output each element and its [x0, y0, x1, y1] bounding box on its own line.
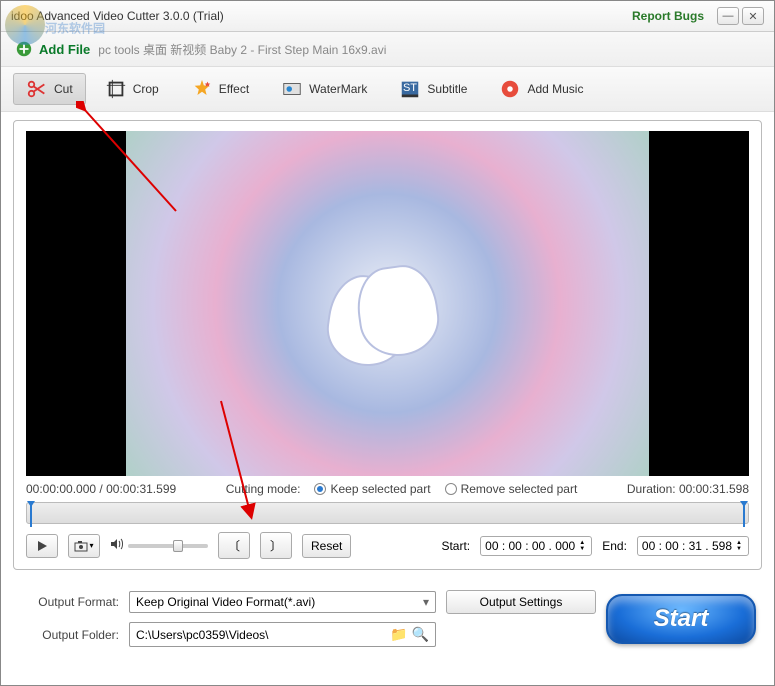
tab-label: Cut: [54, 82, 73, 96]
volume-slider[interactable]: [128, 544, 208, 548]
editor-panel: 00:00:00.000 / 00:00:31.599 Cutting mode…: [13, 120, 762, 570]
trim-handle-end[interactable]: [738, 501, 748, 527]
end-time-input[interactable]: 00 : 00 : 31 . 598▲▼: [637, 536, 749, 556]
tab-addmusic[interactable]: Add Music: [486, 73, 596, 105]
open-folder-icon[interactable]: 🔍: [412, 626, 429, 643]
tab-effect[interactable]: Effect: [178, 73, 262, 105]
chevron-down-icon: ▾: [423, 595, 429, 609]
tab-watermark[interactable]: WaterMark: [268, 73, 380, 105]
crop-icon: [105, 78, 127, 100]
tab-label: Effect: [219, 82, 249, 96]
tab-label: Add Music: [527, 82, 583, 96]
svg-text:ST: ST: [403, 82, 417, 94]
play-button[interactable]: [26, 534, 58, 558]
end-time-label: End:: [602, 539, 627, 553]
time-row: 00:00:00.000 / 00:00:31.599 Cutting mode…: [26, 482, 749, 496]
add-file-bar: Add File pc tools 桌面 新视频 Baby 2 - First …: [1, 32, 774, 67]
start-time-input[interactable]: 00 : 00 : 00 . 000▲▼: [480, 536, 592, 556]
music-icon: [499, 78, 521, 100]
output-panel: Output Format: Keep Original Video Forma…: [1, 578, 774, 663]
radio-remove-selected[interactable]: Remove selected part: [445, 482, 578, 496]
trim-slider[interactable]: [26, 502, 749, 524]
time-current: 00:00:00.000 / 00:00:31.599: [26, 482, 176, 496]
effect-icon: [191, 78, 213, 100]
output-folder-input[interactable]: C:\Users\pc0359\Videos\ 📁 🔍: [129, 622, 436, 647]
start-button[interactable]: Start: [606, 594, 756, 644]
volume-control[interactable]: [110, 538, 208, 553]
add-file-icon: [15, 40, 33, 58]
add-file-button[interactable]: Add File: [39, 42, 90, 57]
scissors-icon: [26, 78, 48, 100]
duration-label: Duration: 00:00:31.598: [627, 482, 749, 496]
output-folder-label: Output Folder:: [19, 628, 119, 642]
report-bugs-link[interactable]: Report Bugs: [632, 9, 704, 23]
close-button[interactable]: ✕: [742, 7, 764, 25]
toolbar: Cut Crop Effect WaterMark ST Subtitle Ad…: [1, 67, 774, 112]
tab-subtitle[interactable]: ST Subtitle: [386, 73, 480, 105]
file-path: pc tools 桌面 新视频 Baby 2 - First Step Main…: [98, 41, 386, 58]
minimize-button[interactable]: —: [717, 7, 739, 25]
cutting-mode-label: Cutting mode:: [226, 482, 301, 496]
watermark-icon: [281, 78, 303, 100]
browse-folder-icon[interactable]: 📁: [390, 626, 407, 643]
radio-keep-selected[interactable]: Keep selected part: [314, 482, 430, 496]
video-preview[interactable]: [26, 131, 749, 476]
bracket-end-button[interactable]: 〕: [260, 532, 292, 559]
volume-icon: [110, 538, 124, 553]
subtitle-icon: ST: [399, 78, 421, 100]
output-format-select[interactable]: Keep Original Video Format(*.avi)▾: [129, 591, 436, 613]
output-format-label: Output Format:: [19, 595, 119, 609]
output-settings-button[interactable]: Output Settings: [446, 590, 596, 614]
bracket-start-button[interactable]: 〔: [218, 532, 250, 559]
tab-label: WaterMark: [309, 82, 367, 96]
snapshot-button[interactable]: ▾: [68, 534, 100, 558]
tab-label: Subtitle: [427, 82, 467, 96]
trim-handle-start[interactable]: [27, 501, 37, 527]
tab-label: Crop: [133, 82, 159, 96]
tab-cut[interactable]: Cut: [13, 73, 86, 105]
tab-crop[interactable]: Crop: [92, 73, 172, 105]
playback-controls: ▾ 〔 〕 Reset Start: 00 : 00 : 00 . 000▲▼ …: [26, 532, 749, 559]
app-title: idoo Advanced Video Cutter 3.0.0 (Trial): [11, 9, 632, 23]
start-time-label: Start:: [441, 539, 470, 553]
titlebar: idoo Advanced Video Cutter 3.0.0 (Trial)…: [1, 1, 774, 32]
reset-button[interactable]: Reset: [302, 534, 351, 558]
